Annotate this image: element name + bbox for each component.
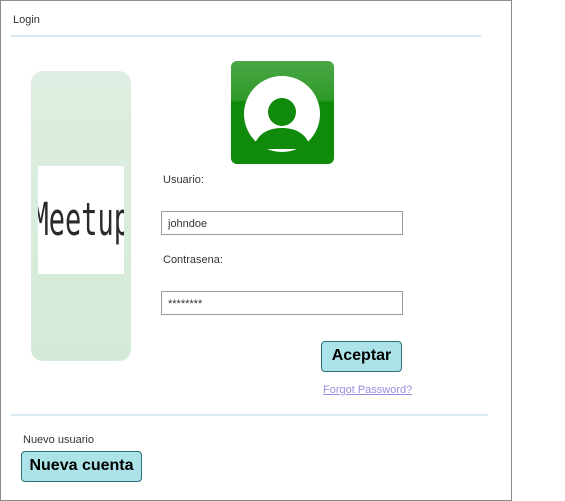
svg-text:Meetup: Meetup: [38, 194, 124, 246]
forgot-password-link[interactable]: Forgot Password?: [323, 384, 412, 396]
top-divider: [11, 35, 481, 37]
password-input[interactable]: ********: [161, 291, 403, 315]
user-label: Usuario:: [163, 174, 204, 186]
window-title: Login: [13, 14, 40, 26]
new-user-label: Nuevo usuario: [23, 434, 94, 446]
login-window: Login Meetup Usuario: johndoe Contrasena…: [0, 0, 512, 501]
accept-button[interactable]: Aceptar: [321, 341, 402, 372]
password-label: Contrasena:: [163, 254, 223, 266]
user-avatar-icon: [231, 61, 334, 164]
username-input[interactable]: johndoe: [161, 211, 403, 235]
new-account-button[interactable]: Nueva cuenta: [21, 451, 142, 482]
meetup-logo: Meetup: [32, 166, 130, 274]
bottom-divider: [11, 414, 488, 416]
